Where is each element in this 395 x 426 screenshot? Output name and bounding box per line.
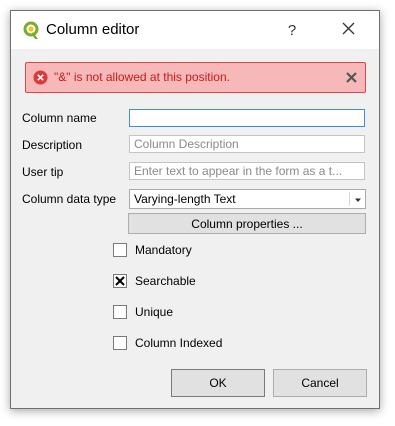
title-bar: Column editor ? (11, 11, 379, 49)
unique-label: Unique (135, 305, 174, 319)
description-input[interactable]: Column Description (129, 135, 365, 153)
check-mark-icon (115, 276, 125, 286)
select-divider (349, 192, 350, 206)
searchable-label: Searchable (135, 274, 196, 288)
column-properties-button[interactable]: Column properties ... (128, 213, 366, 234)
help-button[interactable]: ? (269, 11, 315, 49)
unique-checkbox[interactable] (113, 305, 127, 319)
column-editor-dialog: Column editor ? "&" is not allowed at th… (10, 10, 380, 409)
qgis-logo-icon (22, 20, 40, 40)
mandatory-checkbox[interactable] (113, 243, 127, 257)
error-message-bar: "&" is not allowed at this position. (25, 62, 366, 93)
close-window-button[interactable] (325, 11, 371, 49)
column-name-label: Column name (22, 111, 97, 125)
close-icon (342, 22, 355, 38)
column-indexed-checkbox[interactable] (113, 336, 127, 350)
searchable-checkbox[interactable] (113, 274, 127, 288)
column-name-input[interactable] (129, 109, 365, 127)
cancel-button[interactable]: Cancel (273, 369, 367, 397)
error-icon (33, 70, 48, 85)
user-tip-input[interactable]: Enter text to appear in the form as a t.… (129, 162, 365, 180)
window-title: Column editor (46, 21, 140, 38)
ok-button[interactable]: OK (171, 369, 265, 397)
data-type-label: Column data type (22, 192, 117, 206)
data-type-value: Varying-length Text (134, 192, 236, 206)
user-tip-label: User tip (22, 165, 64, 179)
chevron-down-icon (353, 194, 363, 204)
dismiss-message-icon[interactable] (345, 71, 358, 84)
error-message-text: "&" is not allowed at this position. (54, 70, 230, 84)
description-label: Description (22, 138, 83, 152)
data-type-select[interactable]: Varying-length Text (129, 189, 366, 209)
column-indexed-label: Column Indexed (135, 336, 223, 350)
mandatory-label: Mandatory (135, 243, 192, 257)
help-icon: ? (287, 21, 297, 39)
